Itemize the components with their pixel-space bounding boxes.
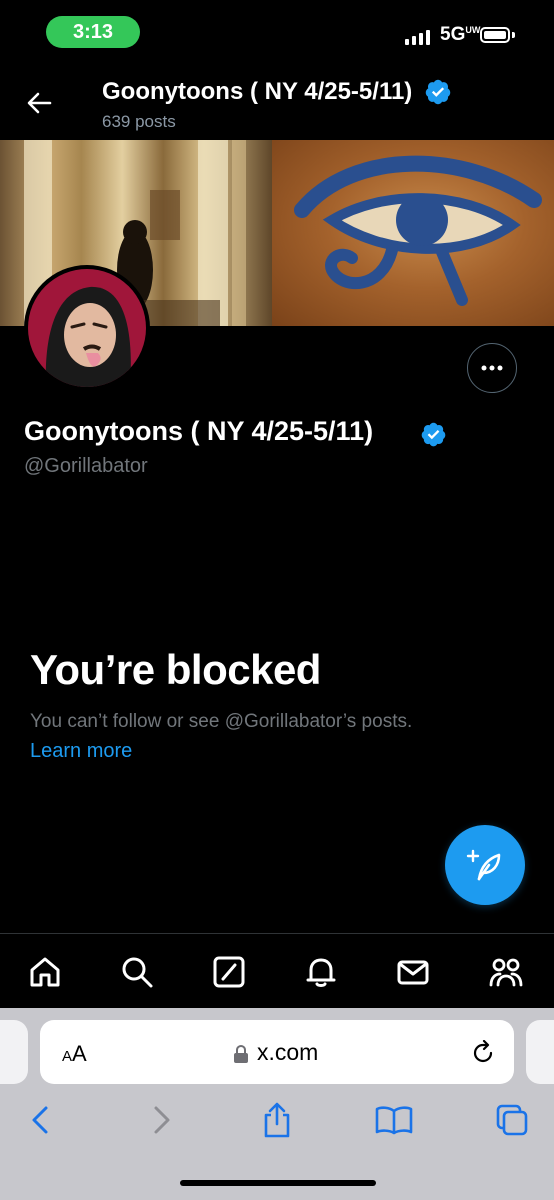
share-button[interactable] bbox=[255, 1100, 299, 1140]
tab-home[interactable] bbox=[25, 952, 65, 992]
grok-icon bbox=[213, 956, 245, 988]
previous-tab-preview[interactable] bbox=[0, 1020, 28, 1084]
search-icon bbox=[122, 957, 153, 988]
post-count: 639 posts bbox=[102, 112, 176, 131]
home-icon bbox=[30, 957, 60, 987]
home-indicator bbox=[180, 1180, 376, 1186]
tab-search[interactable] bbox=[117, 952, 157, 992]
reload-button[interactable] bbox=[470, 1039, 496, 1071]
lock-icon bbox=[233, 1044, 249, 1068]
battery-icon bbox=[480, 27, 510, 43]
banner-eye-of-horus-image bbox=[272, 140, 554, 326]
profile-display-name: Goonytoons ( NY 4/25-5/11) bbox=[24, 416, 374, 446]
battery-tip bbox=[512, 32, 515, 38]
arrow-left-icon bbox=[27, 92, 52, 114]
verified-badge-icon bbox=[424, 78, 452, 111]
bottom-tab-bar bbox=[0, 933, 554, 1008]
notifications-icon bbox=[306, 958, 336, 987]
url-text: x.com bbox=[257, 1039, 319, 1065]
compose-feather-icon bbox=[466, 849, 501, 881]
tabs-icon bbox=[496, 1104, 528, 1136]
messages-icon bbox=[397, 960, 429, 985]
chevron-left-icon bbox=[32, 1106, 48, 1134]
tab-communities[interactable] bbox=[486, 952, 526, 992]
browser-back-button[interactable] bbox=[18, 1100, 62, 1140]
book-icon bbox=[375, 1106, 413, 1135]
reload-icon bbox=[473, 1039, 493, 1063]
back-button[interactable] bbox=[20, 84, 58, 122]
profile-handle: @Gorillabator bbox=[24, 455, 148, 477]
bookmarks-button[interactable] bbox=[372, 1100, 416, 1140]
chevron-right-icon bbox=[154, 1106, 170, 1134]
avatar[interactable] bbox=[24, 265, 150, 391]
tab-notifications[interactable] bbox=[301, 952, 341, 992]
share-icon bbox=[264, 1102, 290, 1138]
blocked-title: You’re blocked bbox=[30, 646, 321, 693]
avatar-image bbox=[28, 269, 146, 387]
blocked-description: You can’t follow or see @Gorillabator’s … bbox=[30, 711, 413, 732]
browser-forward-button[interactable] bbox=[140, 1100, 184, 1140]
page-settings-button[interactable]: AA bbox=[62, 1041, 87, 1067]
verified-badge-icon bbox=[420, 421, 447, 453]
learn-more-link[interactable]: Learn more bbox=[30, 740, 132, 763]
network-label: 5GUW bbox=[440, 24, 481, 45]
header-title: Goonytoons ( NY 4/25-5/11) bbox=[102, 78, 413, 105]
tab-grok[interactable] bbox=[209, 952, 249, 992]
signal-icon bbox=[405, 30, 430, 45]
communities-icon bbox=[489, 958, 523, 987]
compose-post-button[interactable] bbox=[445, 825, 525, 905]
more-options-button[interactable] bbox=[467, 343, 517, 393]
tabs-button[interactable] bbox=[490, 1100, 534, 1140]
tab-messages[interactable] bbox=[393, 952, 433, 992]
next-tab-preview[interactable] bbox=[526, 1020, 554, 1084]
status-time: 3:13 bbox=[46, 16, 140, 48]
more-icon bbox=[481, 365, 503, 371]
